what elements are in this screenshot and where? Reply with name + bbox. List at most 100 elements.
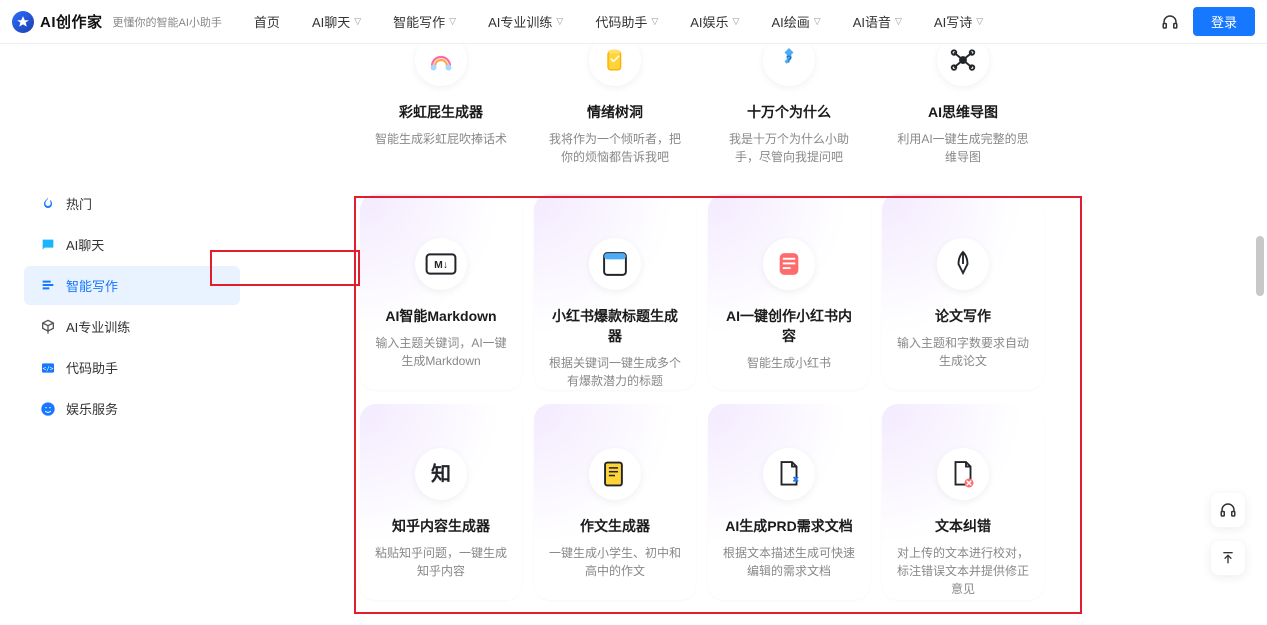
rainbow-icon: [415, 44, 467, 86]
svg-text:M↓: M↓: [434, 260, 448, 271]
nav-item-7[interactable]: AI语音▽: [839, 6, 916, 37]
tagline: 更懂你的智能AI小助手: [113, 14, 222, 30]
main-content: 彩虹屁生成器智能生成彩虹屁吹捧话术情绪树洞我将作为一个倾听者，把你的烦恼都告诉我…: [240, 44, 1267, 625]
card-row1-3[interactable]: AI思维导图利用AI一键生成完整的思维导图: [882, 44, 1044, 180]
sidebar-item-5[interactable]: 娱乐服务: [24, 389, 240, 428]
card-desc: 粘贴知乎问题，一键生成知乎内容: [372, 544, 510, 580]
question-icon: ?: [763, 44, 815, 86]
code-icon: </>: [40, 360, 56, 376]
sidebar-item-2[interactable]: 智能写作: [24, 266, 240, 305]
chevron-down-icon: ▽: [814, 16, 821, 27]
sidebar-item-label: 热门: [66, 194, 92, 213]
card-row2-0[interactable]: M↓ AI智能Markdown 输入主题关键词，AI一键生成Markdown: [360, 194, 522, 390]
svg-text:知: 知: [431, 462, 451, 486]
mindmap-icon: [937, 44, 989, 86]
fire-icon: [40, 196, 56, 212]
card-desc: 智能生成小红书: [747, 354, 831, 372]
card-row2-3[interactable]: 论文写作输入主题和字数要求自动生成论文: [882, 194, 1044, 390]
nav-item-0[interactable]: 首页: [240, 6, 294, 37]
sidebar-item-label: AI聊天: [66, 235, 104, 254]
nav-item-4[interactable]: 代码助手▽: [581, 6, 672, 37]
card-row2-1[interactable]: 小红书爆款标题生成器根据关键词一键生成多个有爆款潜力的标题: [534, 194, 696, 390]
note-icon: [763, 238, 815, 290]
svg-text:</>: </>: [43, 365, 54, 372]
card-desc: 利用AI一键生成完整的思维导图: [894, 130, 1032, 166]
essay-icon: [589, 448, 641, 500]
back-to-top-button[interactable]: [1211, 541, 1245, 575]
sidebar-item-0[interactable]: 热门: [24, 184, 240, 223]
markdown-icon: M↓: [415, 238, 467, 290]
login-button[interactable]: 登录: [1193, 7, 1255, 36]
edit-icon: [40, 278, 56, 294]
logo[interactable]: AI创作家: [12, 11, 103, 33]
nav-item-2[interactable]: 智能写作▽: [379, 6, 470, 37]
card-desc: 我是十万个为什么小助手，尽管向我提问吧: [720, 130, 858, 166]
sidebar: 热门 AI聊天智能写作 AI专业训练 </> 代码助手娱乐服务: [0, 44, 240, 625]
nav: 首页AI聊天▽智能写作▽AI专业训练▽代码助手▽AI娱乐▽AI绘画▽AI语音▽A…: [240, 6, 1161, 37]
brand-name: AI创作家: [40, 11, 103, 32]
scrollbar-thumb[interactable]: [1256, 236, 1264, 296]
card-desc: 一键生成小学生、初中和高中的作文: [546, 544, 684, 580]
chevron-down-icon: ▽: [976, 16, 983, 27]
card-row3-1[interactable]: 作文生成器一键生成小学生、初中和高中的作文: [534, 404, 696, 600]
card-title: AI思维导图: [928, 102, 998, 122]
zhihu-icon: 知: [415, 448, 467, 500]
card-desc: 我将作为一个倾听者，把你的烦恼都告诉我吧: [546, 130, 684, 166]
support-button[interactable]: [1211, 493, 1245, 527]
pen-icon: [937, 238, 989, 290]
chevron-down-icon: ▽: [651, 16, 658, 27]
card-title: 作文生成器: [580, 516, 650, 536]
chat-icon: [40, 237, 56, 253]
doc-edit-icon: [763, 448, 815, 500]
chevron-down-icon: ▽: [895, 16, 902, 27]
card-row1-2[interactable]: ? 十万个为什么我是十万个为什么小助手，尽管向我提问吧: [708, 44, 870, 180]
chevron-down-icon: ▽: [733, 16, 740, 27]
sidebar-item-label: 娱乐服务: [66, 399, 118, 418]
card-title: 十万个为什么: [747, 102, 831, 122]
svg-text:?: ?: [786, 53, 792, 65]
nav-item-5[interactable]: AI娱乐▽: [676, 6, 753, 37]
card-row1-1[interactable]: 情绪树洞我将作为一个倾听者，把你的烦恼都告诉我吧: [534, 44, 696, 180]
topbar: AI创作家 更懂你的智能AI小助手 首页AI聊天▽智能写作▽AI专业训练▽代码助…: [0, 0, 1267, 44]
card-row1-0[interactable]: 彩虹屁生成器智能生成彩虹屁吹捧话术: [360, 44, 522, 180]
chevron-down-icon: ▽: [449, 16, 456, 27]
nav-item-6[interactable]: AI绘画▽: [757, 6, 834, 37]
cube-icon: [40, 319, 56, 335]
card-title: 情绪树洞: [587, 102, 643, 122]
card-title: 论文写作: [935, 306, 991, 326]
headphone-icon[interactable]: [1161, 13, 1179, 31]
card-title: 彩虹屁生成器: [399, 102, 483, 122]
card-row3-2[interactable]: AI生成PRD需求文档根据文本描述生成可快速编辑的需求文档: [708, 404, 870, 600]
nav-item-1[interactable]: AI聊天▽: [298, 6, 375, 37]
card-title: AI一键创作小红书内容: [720, 306, 858, 346]
card-desc: 输入主题关键词，AI一键生成Markdown: [372, 334, 510, 370]
smile-icon: [40, 401, 56, 417]
card-row2-2[interactable]: AI一键创作小红书内容智能生成小红书: [708, 194, 870, 390]
card-desc: 智能生成彩虹屁吹捧话术: [375, 130, 507, 148]
card-row3-0[interactable]: 知知乎内容生成器粘贴知乎问题，一键生成知乎内容: [360, 404, 522, 600]
card-desc: 对上传的文本进行校对，标注错误文本并提供修正意见: [894, 544, 1032, 598]
card-desc: 根据文本描述生成可快速编辑的需求文档: [720, 544, 858, 580]
card-desc: 根据关键词一键生成多个有爆款潜力的标题: [546, 354, 684, 390]
float-actions: [1211, 493, 1245, 575]
sidebar-item-label: 代码助手: [66, 358, 118, 377]
chevron-down-icon: ▽: [354, 16, 361, 27]
logo-icon: [12, 11, 34, 33]
window-icon: [589, 238, 641, 290]
nav-item-3[interactable]: AI专业训练▽: [474, 6, 577, 37]
card-title: 小红书爆款标题生成器: [546, 306, 684, 346]
card-row3-3[interactable]: 文本纠错对上传的文本进行校对，标注错误文本并提供修正意见: [882, 404, 1044, 600]
sidebar-item-1[interactable]: AI聊天: [24, 225, 240, 264]
cup-icon: [589, 44, 641, 86]
sidebar-item-3[interactable]: AI专业训练: [24, 307, 240, 346]
sidebar-item-label: AI专业训练: [66, 317, 130, 336]
chevron-down-icon: ▽: [556, 16, 563, 27]
card-title: AI智能Markdown: [385, 306, 496, 326]
card-desc: 输入主题和字数要求自动生成论文: [894, 334, 1032, 370]
card-title: 文本纠错: [935, 516, 991, 536]
top-actions: 登录: [1161, 7, 1255, 36]
sidebar-item-4[interactable]: </> 代码助手: [24, 348, 240, 387]
nav-item-8[interactable]: AI写诗▽: [920, 6, 997, 37]
card-title: 知乎内容生成器: [392, 516, 490, 536]
doc-error-icon: [937, 448, 989, 500]
